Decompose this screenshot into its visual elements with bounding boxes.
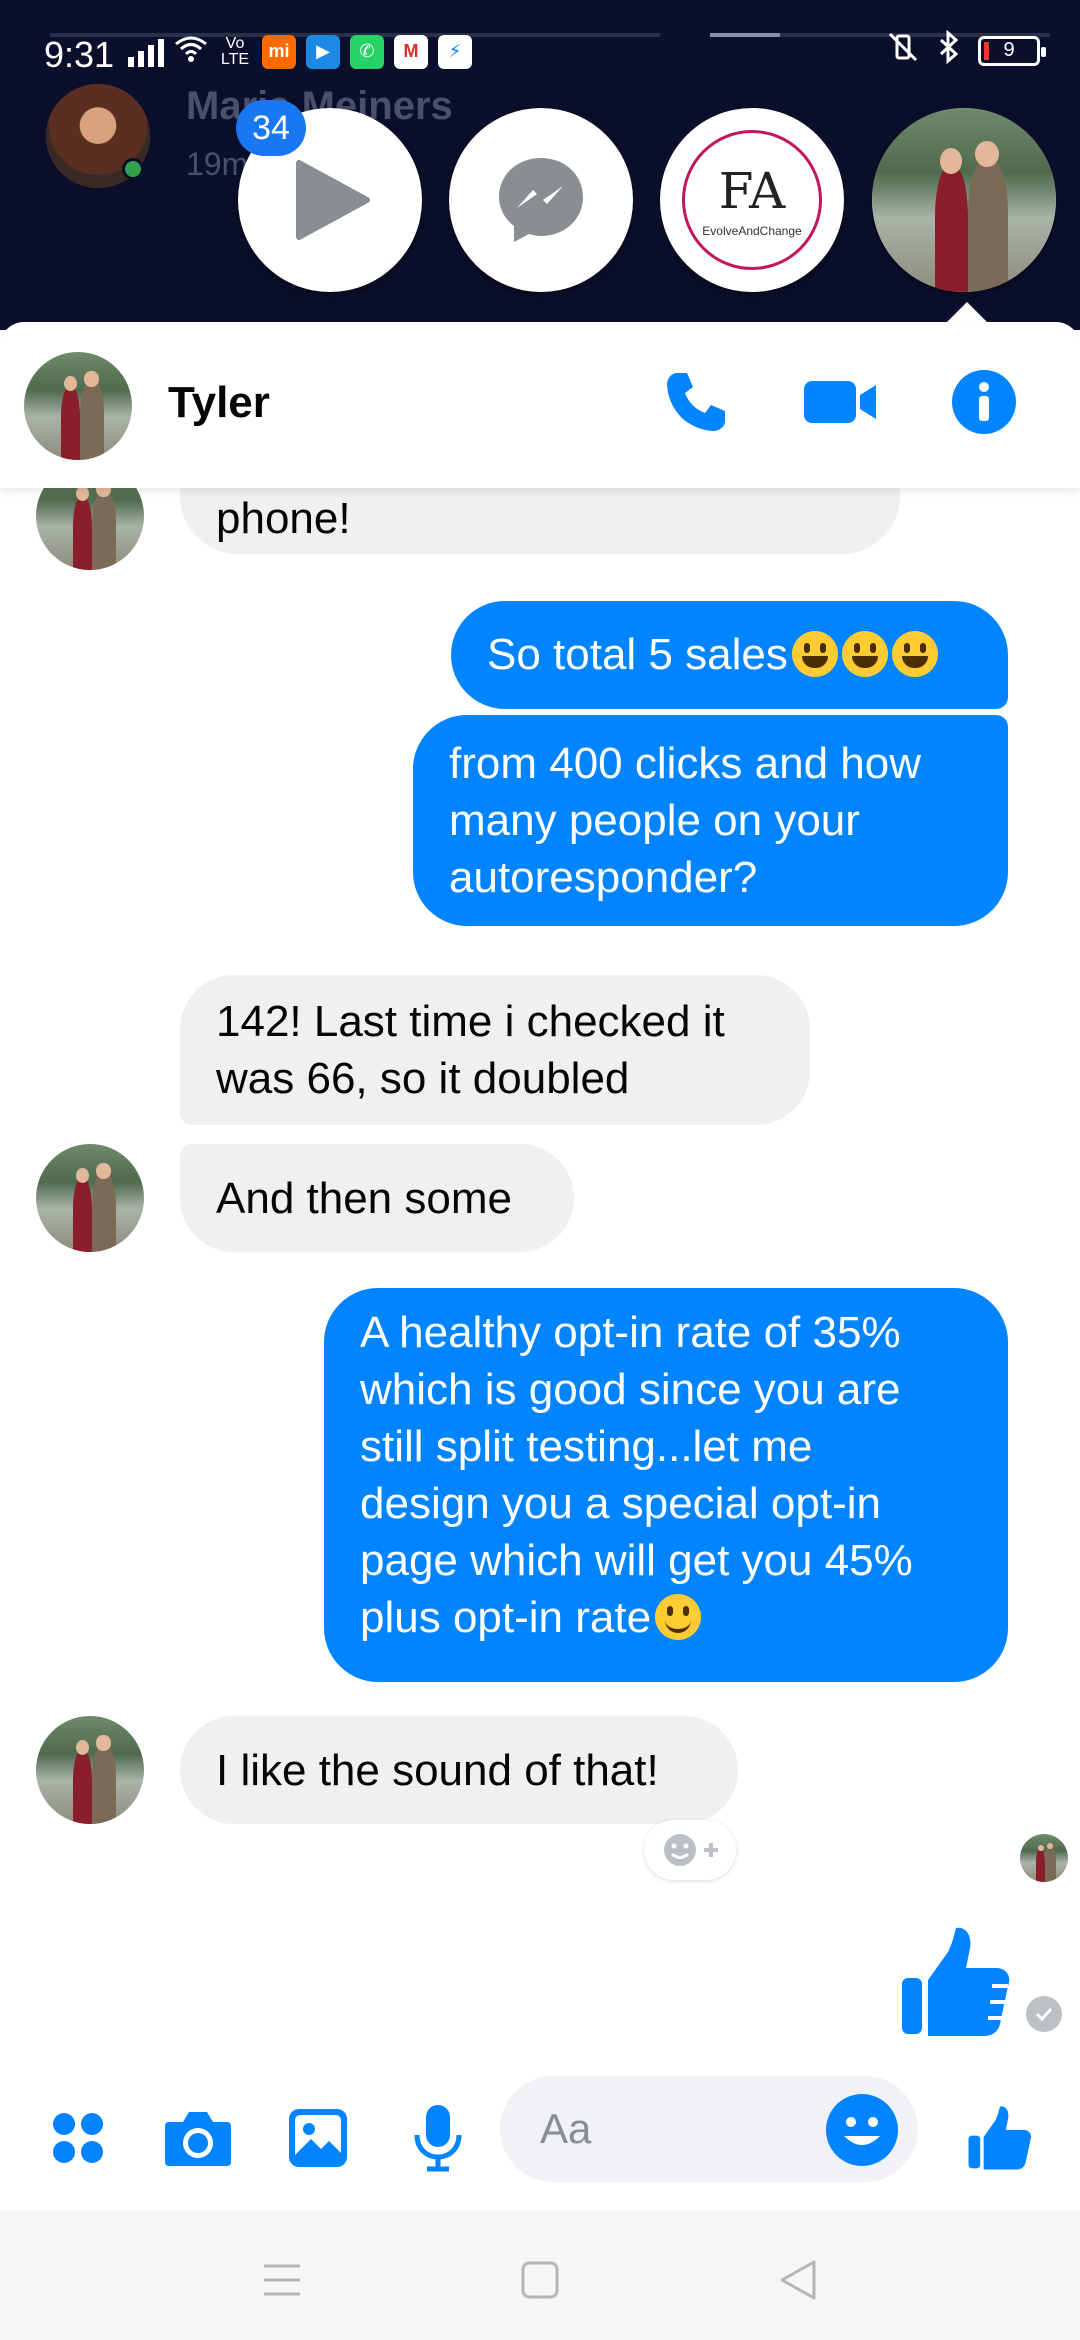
thumbs-up-icon bbox=[902, 1927, 1010, 2036]
message-text: I like the sound of that! bbox=[216, 1746, 659, 1795]
voice-record-button[interactable] bbox=[398, 2098, 478, 2178]
microphone-icon bbox=[414, 2105, 462, 2172]
evolve-logo-text: EvolveAndChange bbox=[702, 224, 802, 238]
battery-level: 9 bbox=[1003, 39, 1015, 61]
status-bar: 9:31 Vo LTE mi ▶ ✆ M ⚡ 9 bbox=[0, 0, 1080, 100]
grinning-emoji-icon bbox=[891, 631, 938, 677]
contact-name[interactable]: Tyler bbox=[168, 378, 270, 428]
status-time: 9:31 bbox=[44, 34, 115, 75]
contact-avatar[interactable] bbox=[24, 352, 132, 460]
message-line: which is good since you are bbox=[360, 1365, 901, 1414]
message-line: plus opt-in rate bbox=[360, 1593, 652, 1642]
home-button[interactable] bbox=[510, 2250, 570, 2310]
gmail-icon: M bbox=[394, 34, 428, 69]
send-like-button[interactable] bbox=[960, 2098, 1040, 2178]
mute-vibrate-icon bbox=[886, 30, 920, 71]
video-camera-icon bbox=[804, 381, 876, 423]
add-reaction-icon bbox=[664, 1834, 718, 1866]
thumbs-up-icon bbox=[968, 2106, 1032, 2170]
conversation-header: Tyler bbox=[0, 322, 1080, 488]
message-line-with-emoji: plus opt-in rate bbox=[360, 1589, 972, 1646]
evolve-and-change-chat-head[interactable]: FA EvolveAndChange bbox=[660, 108, 844, 292]
emoji-icon bbox=[828, 2096, 896, 2164]
recent-apps-button[interactable] bbox=[252, 2250, 312, 2310]
gallery-icon bbox=[289, 2109, 347, 2167]
messenger-logo-icon bbox=[499, 158, 583, 242]
voice-call-button[interactable] bbox=[656, 362, 736, 442]
messenger-chat-head[interactable] bbox=[449, 108, 633, 292]
message-bubble-incoming[interactable]: 142! Last time i checked it was 66, so i… bbox=[180, 975, 810, 1125]
message-bubble-incoming[interactable]: I like the sound of that! bbox=[180, 1716, 738, 1824]
tyler-photo bbox=[872, 108, 1056, 292]
bluetooth-icon bbox=[938, 29, 960, 71]
status-right-icons: 9 bbox=[886, 29, 1046, 71]
sent-thumbs-up-message[interactable] bbox=[896, 1922, 1016, 2042]
sender-avatar bbox=[36, 1144, 144, 1252]
signal-icon bbox=[128, 37, 164, 67]
seen-by-avatar bbox=[1020, 1834, 1068, 1882]
phone-icon bbox=[667, 373, 725, 431]
volte-icon: Vo LTE bbox=[220, 34, 250, 68]
unread-count-badge: 34 bbox=[236, 100, 306, 156]
delivered-check-icon bbox=[1026, 1996, 1062, 2032]
message-line: design you a special opt-in bbox=[360, 1479, 881, 1528]
message-line: 142! Last time i checked it bbox=[216, 997, 725, 1046]
status-left-icons: Vo LTE mi ▶ ✆ M ⚡ bbox=[128, 34, 472, 69]
video-call-button[interactable] bbox=[800, 362, 880, 442]
tyler-chat-head[interactable] bbox=[872, 108, 1056, 292]
message-text: And then some bbox=[216, 1174, 512, 1223]
message-text: So total 5 sales bbox=[487, 630, 788, 679]
messenger-screen: 9:31 Vo LTE mi ▶ ✆ M ⚡ 9 Maria Meiners 1… bbox=[0, 0, 1080, 2340]
message-bubble-incoming[interactable]: And then some bbox=[180, 1144, 574, 1252]
emoji-picker-button[interactable] bbox=[826, 2094, 898, 2166]
camera-icon bbox=[165, 2112, 231, 2166]
conversation-info-button[interactable] bbox=[944, 362, 1024, 442]
slightly-smiling-emoji-icon bbox=[655, 1594, 702, 1640]
menu-icon bbox=[264, 2264, 300, 2296]
sender-avatar bbox=[36, 488, 144, 570]
play-store-icon: ▶ bbox=[306, 34, 340, 69]
back-button[interactable] bbox=[768, 2250, 828, 2310]
menu-dots-icon bbox=[53, 2113, 103, 2163]
add-reaction-button[interactable] bbox=[644, 1820, 736, 1880]
evolve-logo-mark: FA bbox=[718, 162, 786, 220]
info-icon bbox=[952, 370, 1016, 434]
message-line: autoresponder? bbox=[449, 853, 758, 902]
wifi-icon bbox=[174, 34, 208, 69]
message-bubble-incoming[interactable]: phone! bbox=[180, 488, 900, 554]
active-head-pointer bbox=[947, 302, 987, 322]
message-line: A healthy opt-in rate of 35% bbox=[360, 1308, 901, 1357]
message-bubble-outgoing[interactable]: from 400 clicks and how many people on y… bbox=[413, 715, 1008, 926]
system-navigation-bar bbox=[0, 2210, 1080, 2340]
message-line: was 66, so it doubled bbox=[216, 1054, 630, 1103]
online-indicator bbox=[122, 158, 144, 180]
evolve-and-change-logo: FA EvolveAndChange bbox=[682, 130, 822, 270]
grinning-emoji-icon bbox=[791, 631, 838, 677]
grinning-emoji-icon bbox=[841, 631, 888, 677]
message-text: phone! bbox=[216, 494, 351, 543]
home-square-icon bbox=[521, 2261, 559, 2299]
message-bubble-outgoing[interactable]: So total 5 sales bbox=[451, 601, 1008, 709]
whatsapp-icon: ✆ bbox=[350, 34, 384, 69]
message-line: many people on your bbox=[449, 796, 860, 845]
background-contact-time: 19m bbox=[186, 146, 249, 182]
more-actions-button[interactable] bbox=[38, 2098, 118, 2178]
back-triangle-icon bbox=[780, 2260, 816, 2300]
message-line: page which will get you 45% bbox=[360, 1536, 913, 1585]
battery-icon: 9 bbox=[978, 35, 1046, 66]
gallery-button[interactable] bbox=[278, 2098, 358, 2178]
sender-avatar bbox=[36, 1716, 144, 1824]
message-line: from 400 clicks and how bbox=[449, 739, 921, 788]
mi-app-icon: mi bbox=[262, 34, 296, 69]
message-bubble-outgoing[interactable]: A healthy opt-in rate of 35% which is go… bbox=[324, 1288, 1008, 1682]
message-list[interactable]: phone! So total 5 sales from 400 clicks … bbox=[0, 488, 1080, 2074]
messenger-notif-icon: ⚡ bbox=[438, 34, 472, 69]
message-line: still split testing...let me bbox=[360, 1422, 813, 1471]
camera-button[interactable] bbox=[158, 2098, 238, 2178]
play-icon bbox=[296, 160, 370, 240]
